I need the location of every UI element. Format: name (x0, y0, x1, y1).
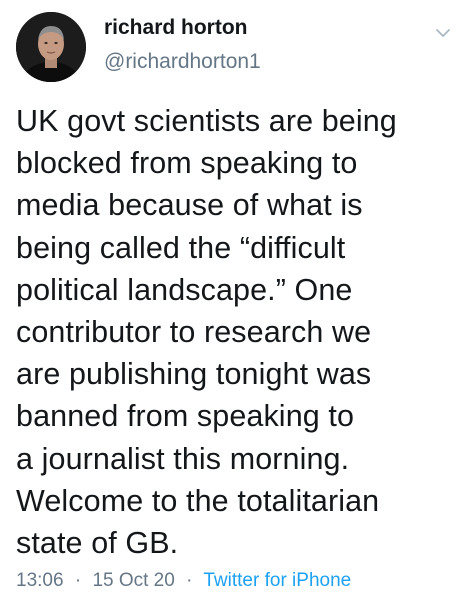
tweet-text-line: are publishing tonight was (16, 357, 372, 392)
tweet-text-line: Welcome to the totalitarian (16, 483, 380, 518)
tweet-source-link[interactable]: Twitter for iPhone (203, 570, 351, 591)
tweet-text-line: being called the “difficult (16, 230, 346, 265)
tweet-text-line: a journalist this morning. (16, 441, 350, 476)
tweet-meta: 13:06 · 15 Oct 20 · Twitter for iPhone (16, 570, 351, 592)
tweet-text-line: blocked from speaking to (16, 146, 358, 181)
meta-separator: · (186, 570, 193, 591)
tweet-text-line: banned from speaking to (16, 399, 355, 434)
tweet-text: UK govt scientists are being blocked fro… (16, 100, 456, 564)
author-handle[interactable]: @richardhorton1 (104, 50, 261, 74)
meta-separator: · (74, 570, 82, 591)
tweet-text-line: contributor to research we (16, 315, 372, 350)
chevron-down-icon[interactable] (432, 22, 454, 44)
tweet-text-line: media because of what is (16, 188, 363, 223)
tweet-time[interactable]: 13:06 (16, 570, 64, 591)
avatar[interactable] (16, 12, 86, 82)
tweet-card: richard horton @richardhorton1 UK govt s… (0, 0, 468, 600)
tweet-text-line: UK govt scientists are being (16, 104, 397, 138)
tweet-text-line: state of GB. (16, 526, 179, 561)
tweet-date[interactable]: 15 Oct 20 (92, 570, 174, 591)
author-name[interactable]: richard horton (104, 16, 248, 40)
tweet-text-line: political landscape.” One (16, 272, 353, 307)
